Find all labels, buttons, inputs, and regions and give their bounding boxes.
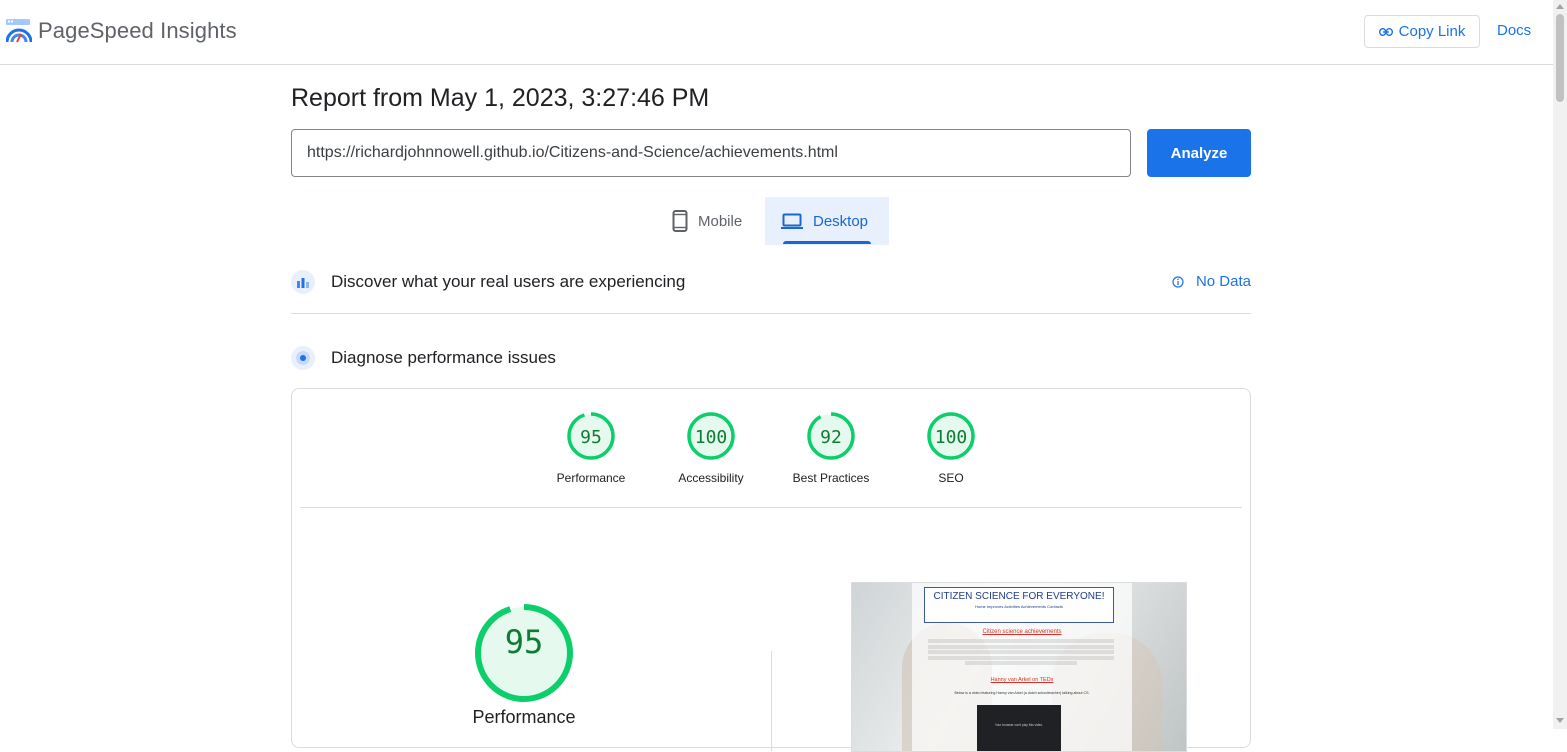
scroll-thumb[interactable] bbox=[1556, 14, 1564, 102]
screenshot-header: CITIZEN SCIENCE FOR EVERYONE! Home Impro… bbox=[924, 587, 1114, 623]
screenshot-title: CITIZEN SCIENCE FOR EVERYONE! bbox=[933, 591, 1105, 602]
no-data-status[interactable]: No Data bbox=[1172, 273, 1251, 290]
performance-main-gauge: 95 Performance bbox=[464, 593, 584, 727]
url-input[interactable] bbox=[291, 129, 1131, 177]
scroll-down-arrow-icon[interactable] bbox=[1556, 718, 1564, 723]
screenshot-paragraph bbox=[928, 639, 1114, 665]
analyze-button[interactable]: Analyze bbox=[1147, 129, 1251, 177]
gauge-performance[interactable]: 95 Performance bbox=[541, 411, 641, 485]
section-divider bbox=[291, 313, 1251, 314]
discover-section[interactable]: Discover what your real users are experi… bbox=[291, 262, 1251, 302]
screenshot-caption: Below is a video featuring Hanny van Ark… bbox=[954, 691, 1090, 695]
diagnose-icon bbox=[291, 346, 315, 370]
link-icon bbox=[1378, 27, 1393, 36]
tab-desktop-label: Desktop bbox=[813, 212, 869, 230]
phone-icon bbox=[672, 210, 688, 232]
tab-mobile-label: Mobile bbox=[698, 212, 743, 230]
screenshot-video-text: Your browser can't play this video. bbox=[994, 723, 1044, 727]
score-value: 95 bbox=[580, 427, 602, 448]
page-scrollbar[interactable] bbox=[1553, 0, 1567, 729]
screenshot-nav: Home Improves Activities Achievements Co… bbox=[975, 604, 1063, 609]
score-value: 100 bbox=[694, 427, 728, 448]
final-screenshot: CITIZEN SCIENCE FOR EVERYONE! Home Impro… bbox=[851, 582, 1187, 752]
score-label: Best Practices bbox=[792, 471, 870, 485]
score-gauges: 95 Performance 100 Accessibility 92 Best… bbox=[292, 411, 1250, 491]
top-bar: PageSpeed Insights Copy Link Docs bbox=[0, 0, 1567, 65]
screenshot-subtitle: Citizen science achievements bbox=[982, 629, 1062, 635]
no-data-label: No Data bbox=[1195, 273, 1251, 290]
vertical-divider bbox=[771, 651, 772, 751]
diagnose-section: Diagnose performance issues bbox=[291, 338, 1251, 378]
score-value: 92 bbox=[820, 427, 842, 448]
card-divider bbox=[300, 507, 1242, 508]
gauge-accessibility[interactable]: 100 Accessibility bbox=[661, 411, 761, 485]
score-label: Performance bbox=[556, 471, 626, 485]
tab-desktop[interactable]: Desktop bbox=[765, 197, 889, 245]
laptop-icon bbox=[781, 213, 803, 229]
tab-mobile[interactable]: Mobile bbox=[664, 197, 764, 245]
score-label: SEO bbox=[938, 471, 964, 485]
diagnose-label: Diagnose performance issues bbox=[331, 348, 556, 367]
main-score-label: Performance bbox=[472, 707, 576, 727]
score-label: Accessibility bbox=[678, 471, 744, 485]
main-score-value: 95 bbox=[504, 623, 544, 661]
scores-card: 95 Performance 100 Accessibility 92 Best… bbox=[291, 388, 1251, 752]
pagespeed-logo-icon bbox=[6, 19, 32, 43]
gauge-best-practices[interactable]: 92 Best Practices bbox=[781, 411, 881, 485]
docs-link[interactable]: Docs bbox=[1497, 22, 1531, 39]
gauge-seo[interactable]: 100 SEO bbox=[901, 411, 1001, 485]
info-icon bbox=[1172, 275, 1184, 288]
tab-selected-indicator bbox=[783, 241, 871, 244]
report-title: Report from May 1, 2023, 3:27:46 PM bbox=[291, 84, 710, 112]
scroll-up-arrow-icon[interactable] bbox=[1556, 4, 1564, 9]
copy-link-button[interactable]: Copy Link bbox=[1364, 15, 1480, 48]
discover-label: Discover what your real users are experi… bbox=[331, 272, 686, 291]
users-chart-icon bbox=[291, 270, 315, 294]
score-value: 100 bbox=[934, 427, 968, 448]
copy-link-label: Copy Link bbox=[1398, 23, 1466, 40]
screenshot-link: Hanny van Arkel on TEDx bbox=[990, 677, 1054, 683]
app-title[interactable]: PageSpeed Insights bbox=[38, 18, 237, 44]
